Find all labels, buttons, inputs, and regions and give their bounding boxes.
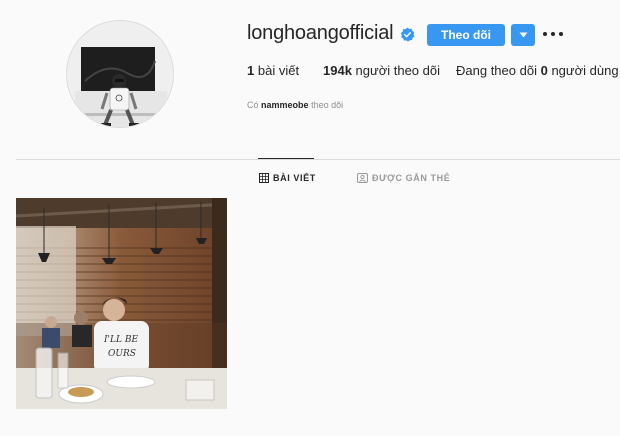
dot-icon — [543, 32, 547, 36]
dot-icon — [551, 32, 555, 36]
follow-button[interactable]: Theo dõi — [427, 24, 505, 46]
followers-count: 194k — [323, 63, 352, 78]
active-tab-indicator — [258, 158, 314, 159]
more-options-button[interactable] — [543, 26, 563, 42]
followed-by-name[interactable]: nammeobe — [261, 100, 309, 110]
post-thumbnail[interactable]: I'LL BE OURS — [16, 198, 227, 409]
profile-avatar[interactable] — [66, 20, 174, 128]
followers-label: người theo dõi — [355, 63, 440, 78]
following-suffix: người dùng — [551, 63, 619, 78]
grid-icon — [259, 173, 269, 183]
followed-by-prefix: Có — [247, 100, 259, 110]
tab-tagged-label: ĐƯỢC GẮN THẺ — [372, 173, 451, 183]
tab-posts[interactable]: BÀI VIẾT — [259, 173, 316, 183]
svg-text:I'LL BE: I'LL BE — [103, 335, 138, 345]
followed-by-text: Có nammeobe theo dõi — [247, 100, 343, 110]
following-prefix: Đang theo dõi — [456, 63, 537, 78]
username: longhoangofficial — [247, 22, 394, 44]
followers-stat[interactable]: 194k người theo dõi — [323, 63, 440, 78]
suggestions-dropdown-button[interactable] — [511, 24, 535, 46]
followed-by-suffix: theo dõi — [311, 100, 344, 110]
following-stat[interactable]: Đang theo dõi 0 người dùng — [456, 63, 619, 78]
tag-icon — [357, 173, 368, 183]
caret-down-icon — [519, 32, 527, 38]
following-count: 0 — [540, 63, 548, 78]
post-image: I'LL BE OURS — [16, 198, 227, 409]
posts-label: bài viết — [257, 63, 300, 78]
avatar-image — [67, 21, 173, 127]
tab-posts-label: BÀI VIẾT — [273, 173, 316, 183]
posts-count: 1 — [247, 63, 255, 78]
dot-icon — [559, 32, 563, 36]
posts-stat: 1 bài viết — [247, 63, 299, 78]
verified-badge-icon — [400, 27, 415, 42]
svg-text:OURS: OURS — [108, 349, 136, 359]
tabs-divider — [16, 159, 620, 160]
tab-tagged[interactable]: ĐƯỢC GẮN THẺ — [357, 173, 450, 183]
